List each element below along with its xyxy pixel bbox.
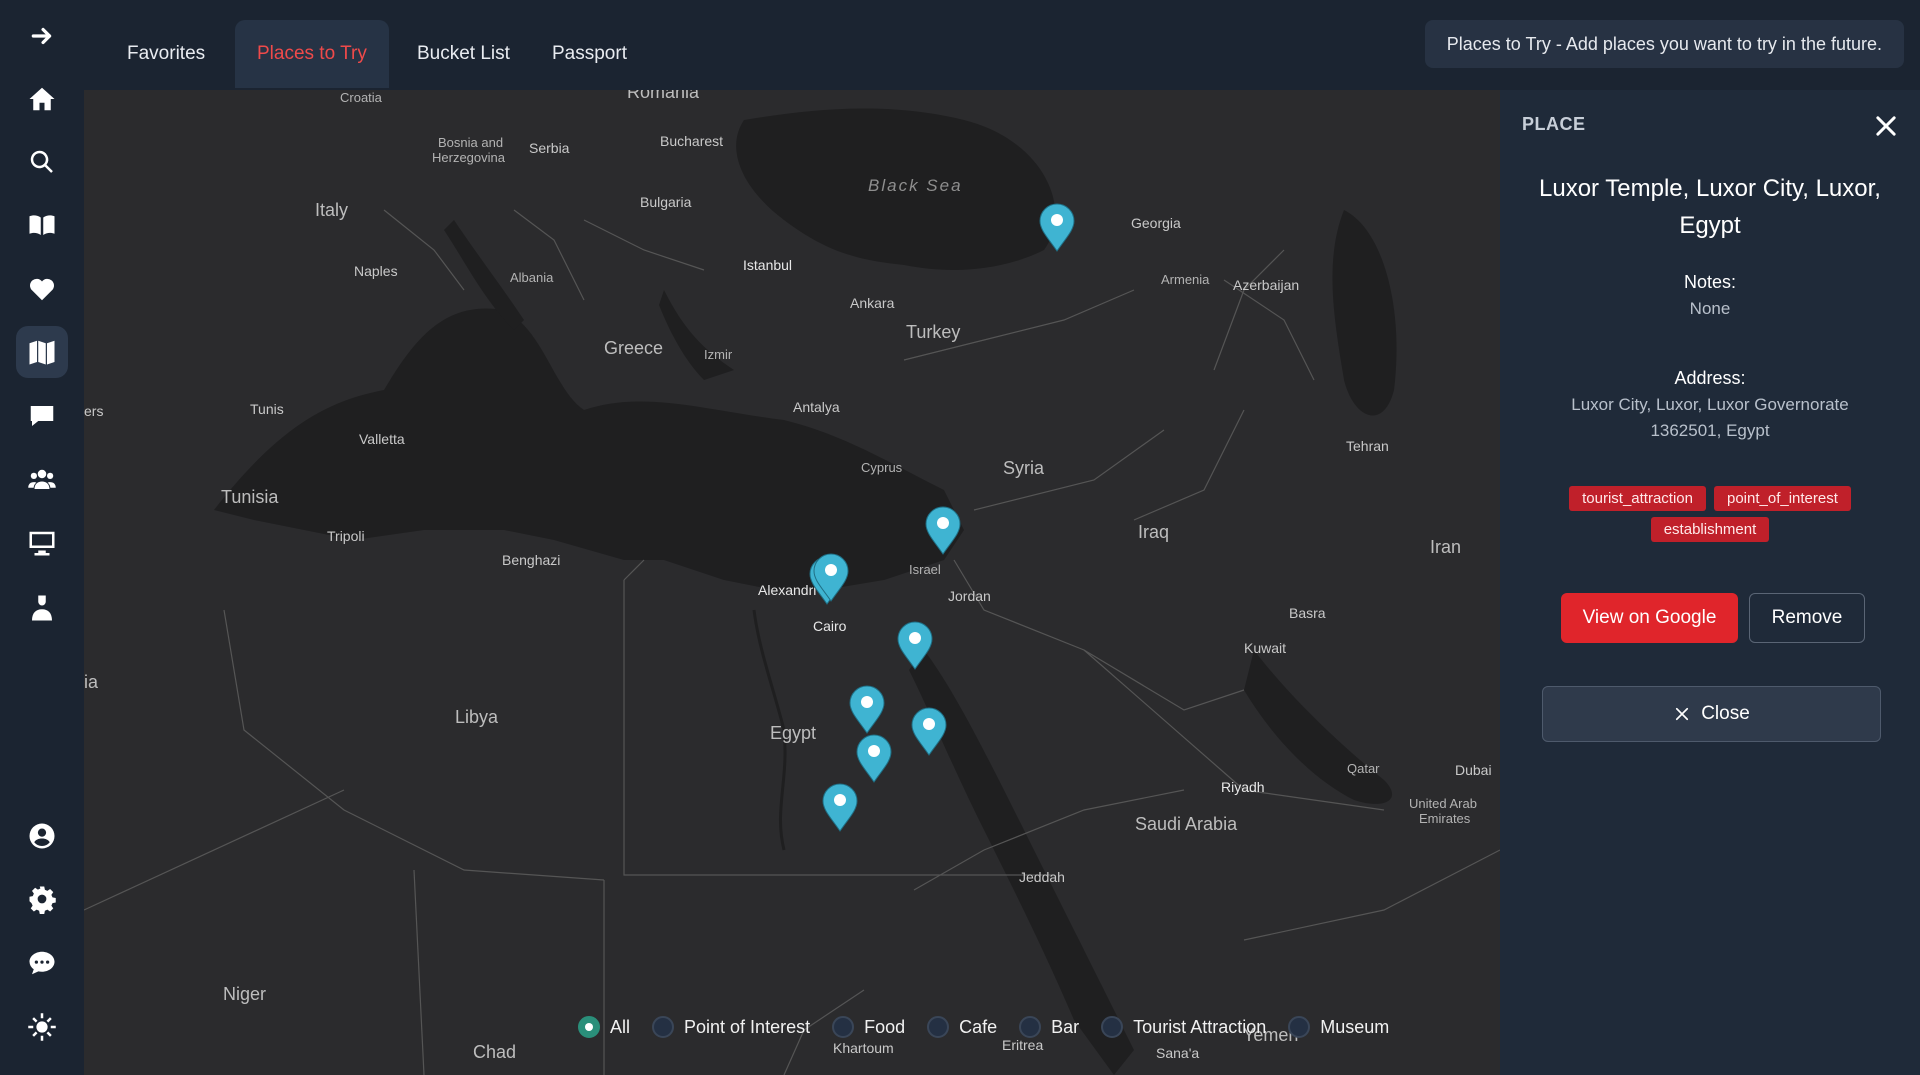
close-icon — [1676, 707, 1689, 721]
tab-favorites[interactable]: Favorites — [105, 20, 227, 88]
map-pin-icon — [849, 685, 885, 734]
sidebar-item-theme[interactable] — [16, 1001, 68, 1053]
map-pin-icon — [813, 553, 849, 602]
sidebar-item-feedback[interactable] — [16, 937, 68, 989]
view-on-google-button[interactable]: View on Google — [1561, 593, 1738, 643]
tab-places-to-try[interactable]: Places to Try — [235, 20, 389, 88]
tab-passport[interactable]: Passport — [530, 20, 649, 88]
account-circle-icon — [29, 823, 55, 849]
sidebar — [0, 0, 84, 1075]
map-pin[interactable] — [924, 505, 962, 555]
sidebar-item-display[interactable] — [16, 517, 68, 569]
close-button-label: Close — [1701, 703, 1750, 724]
map-pin[interactable] — [848, 684, 886, 734]
sidebar-item-profile-bust[interactable] — [16, 582, 68, 634]
notes-label: Notes: — [1683, 272, 1737, 292]
sidebar-item-map[interactable] — [16, 326, 68, 378]
filter-label: Cafe — [959, 1016, 998, 1037]
remove-button[interactable]: Remove — [1749, 593, 1865, 643]
comment-icon — [29, 951, 55, 975]
close-button[interactable]: Close — [1542, 686, 1881, 742]
address-line-2: 1362501, Egypt — [1650, 421, 1770, 440]
monitor-icon — [29, 531, 55, 556]
map-base — [84, 108, 1500, 1075]
tag-badge: tourist_attraction — [1569, 486, 1706, 511]
gear-icon — [29, 886, 56, 914]
book-icon — [29, 215, 55, 235]
filter-point-of-interest[interactable]: Point of Interest — [652, 1016, 810, 1038]
heart-icon — [29, 278, 55, 301]
map-pin-icon — [1039, 203, 1075, 252]
tab-bucket-list[interactable]: Bucket List — [395, 20, 532, 88]
sidebar-item-home[interactable] — [16, 73, 68, 125]
radio-icon — [1019, 1016, 1042, 1038]
chat-bubble-icon — [30, 406, 54, 426]
filter-all[interactable]: All — [578, 1016, 630, 1038]
map-pin[interactable] — [910, 706, 948, 756]
filter-museum[interactable]: Museum — [1288, 1016, 1389, 1038]
map-pin[interactable] — [896, 620, 934, 670]
sidebar-item-account[interactable] — [16, 810, 68, 862]
filter-label: All — [610, 1016, 631, 1037]
address-line-1: Luxor City, Luxor, Luxor Governorate — [1571, 395, 1849, 414]
expand-sidebar-button[interactable] — [16, 10, 68, 62]
address-label: Address: — [1674, 368, 1746, 388]
radio-icon — [1101, 1016, 1124, 1038]
panel-header: PLACE — [1522, 114, 1586, 134]
filter-tourist-attraction[interactable]: Tourist Attraction — [1101, 1016, 1266, 1038]
sun-icon — [28, 1013, 56, 1041]
sidebar-item-guides[interactable] — [16, 199, 68, 251]
filter-bar[interactable]: Bar — [1019, 1016, 1079, 1038]
map-pin[interactable] — [812, 552, 850, 602]
arrow-right-icon — [31, 27, 52, 45]
user-bust-icon — [32, 595, 52, 621]
map-pin-icon — [911, 707, 947, 756]
radio-icon — [578, 1016, 600, 1038]
info-banner: Places to Try - Add places you want to t… — [1424, 20, 1904, 68]
map-view[interactable]: Croatia Romania Bosnia and Herzegovina S… — [84, 90, 1500, 1075]
place-detail-panel: PLACE Luxor Temple, Luxor City, Luxor, E… — [1500, 90, 1920, 1075]
map-icon — [29, 340, 55, 365]
map-pin[interactable] — [855, 733, 893, 783]
top-bar: Favorites Places to Try Bucket List Pass… — [84, 0, 1920, 90]
close-icon — [1876, 116, 1896, 136]
map-pin-icon — [925, 506, 961, 555]
category-filter-bar: All Point of Interest Food Cafe Bar Tour… — [578, 1016, 1389, 1038]
filter-food[interactable]: Food — [832, 1016, 905, 1038]
filter-label: Tourist Attraction — [1133, 1016, 1267, 1037]
map-pin-selected[interactable] — [821, 782, 859, 832]
filter-label: Bar — [1051, 1016, 1080, 1037]
home-icon — [29, 87, 55, 111]
sidebar-item-search[interactable] — [16, 136, 68, 188]
filter-label: Point of Interest — [684, 1016, 811, 1037]
map-pin-icon — [822, 783, 858, 832]
search-icon — [30, 150, 53, 173]
notes-value: None — [1689, 299, 1731, 318]
map-pin-icon — [856, 734, 892, 783]
radio-icon — [1288, 1016, 1311, 1038]
filter-label: Museum — [1320, 1016, 1390, 1037]
place-title: Luxor Temple, Luxor City, Luxor, Egypt — [1539, 175, 1881, 239]
map-pin-icon — [897, 621, 933, 670]
sidebar-item-favorites[interactable] — [16, 263, 68, 315]
tag-badge: establishment — [1650, 517, 1770, 542]
filter-label: Food — [864, 1016, 906, 1037]
place-tags: tourist_attraction point_of_interest est… — [1540, 486, 1880, 542]
panel-close-button[interactable] — [1872, 112, 1900, 140]
map-pin[interactable] — [1038, 202, 1076, 252]
radio-icon — [927, 1016, 950, 1038]
radio-icon — [832, 1016, 855, 1038]
sidebar-item-settings[interactable] — [16, 873, 68, 925]
tag-badge: point_of_interest — [1713, 486, 1851, 511]
sidebar-item-community[interactable] — [16, 453, 68, 505]
sidebar-item-messages[interactable] — [16, 390, 68, 442]
users-icon — [28, 469, 56, 489]
filter-cafe[interactable]: Cafe — [927, 1016, 997, 1038]
radio-icon — [652, 1016, 675, 1038]
